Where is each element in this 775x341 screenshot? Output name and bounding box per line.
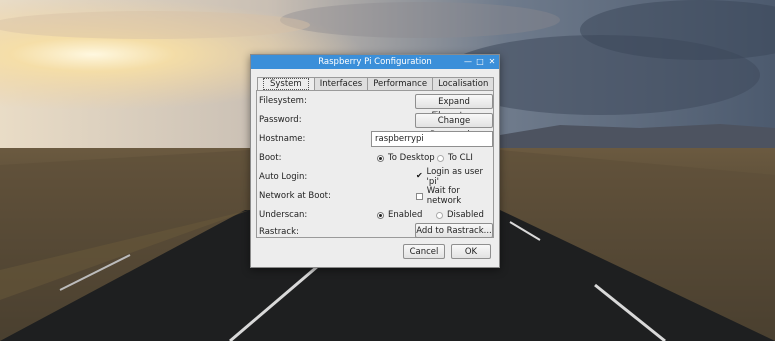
login-as-pi-label: Login as user 'pi' (426, 167, 484, 187)
radio-selected-icon (377, 154, 384, 162)
boot-row: Boot: To Desktop To CLI (257, 150, 493, 166)
minimize-icon[interactable]: — (464, 55, 472, 69)
tab-localisation[interactable]: Localisation (432, 77, 495, 91)
cancel-button[interactable]: Cancel (403, 244, 445, 259)
ok-button[interactable]: OK (451, 244, 491, 259)
underscan-enabled-radio[interactable]: Enabled (377, 209, 422, 221)
hostname-label: Hostname: (259, 134, 306, 144)
expand-filesystem-button[interactable]: Expand Filesystem (415, 94, 493, 121)
change-password-button[interactable]: Change Password... (415, 113, 493, 140)
boot-to-cli-label: To CLI (448, 153, 473, 163)
maximize-icon[interactable]: □ (476, 55, 484, 69)
radio-unselected-icon (436, 211, 443, 219)
tab-interfaces[interactable]: Interfaces (313, 77, 369, 91)
dialog-titlebar[interactable]: Raspberry Pi Configuration — □ ✕ (251, 55, 499, 69)
underscan-enabled-label: Enabled (388, 210, 423, 220)
dialog-title: Raspberry Pi Configuration (318, 57, 432, 67)
password-row: Password: Change Password... (257, 112, 493, 140)
add-to-rastrack-button[interactable]: Add to Rastrack... (415, 223, 493, 238)
wait-for-network-label: Wait for network (426, 186, 462, 206)
boot-label: Boot: (259, 153, 282, 163)
underscan-label: Underscan: (259, 210, 308, 220)
network-boot-row: Network at Boot: Wait for network (257, 186, 493, 206)
rastrack-label: Rastrack: (259, 227, 299, 237)
system-settings-panel: Filesystem: Expand Filesystem Password: … (256, 90, 494, 238)
tab-system-label: System (263, 78, 309, 90)
tab-performance[interactable]: Performance (367, 77, 434, 91)
underscan-disabled-label: Disabled (447, 210, 484, 220)
boot-to-desktop-label: To Desktop (388, 153, 435, 163)
boot-to-cli-radio[interactable]: To CLI (437, 152, 473, 164)
raspberry-pi-configuration-dialog: Raspberry Pi Configuration — □ ✕ System … (250, 54, 500, 268)
login-as-pi-checkbox[interactable]: Login as user 'pi' (416, 167, 493, 187)
underscan-row: Underscan: Enabled Disabled (257, 207, 493, 223)
hostname-input[interactable]: raspberrypi (371, 131, 493, 147)
underscan-disabled-radio[interactable]: Disabled (436, 209, 484, 221)
autologin-row: Auto Login: Login as user 'pi' (257, 167, 493, 187)
autologin-label: Auto Login: (259, 172, 308, 182)
checkbox-unchecked-icon (416, 192, 423, 200)
filesystem-row: Filesystem: Expand Filesystem (257, 93, 493, 121)
filesystem-label: Filesystem: (259, 96, 307, 106)
wait-for-network-checkbox[interactable]: Wait for network (416, 186, 493, 206)
boot-to-desktop-radio[interactable]: To Desktop (377, 152, 435, 164)
radio-selected-icon (377, 211, 384, 219)
checkbox-checked-icon (416, 173, 423, 181)
hostname-row: Hostname: raspberrypi (257, 131, 493, 147)
password-label: Password: (259, 115, 302, 125)
radio-unselected-icon (437, 154, 444, 162)
rastrack-row: Rastrack: Add to Rastrack... (257, 223, 493, 240)
network-boot-label: Network at Boot: (259, 191, 331, 201)
close-icon[interactable]: ✕ (488, 55, 496, 69)
